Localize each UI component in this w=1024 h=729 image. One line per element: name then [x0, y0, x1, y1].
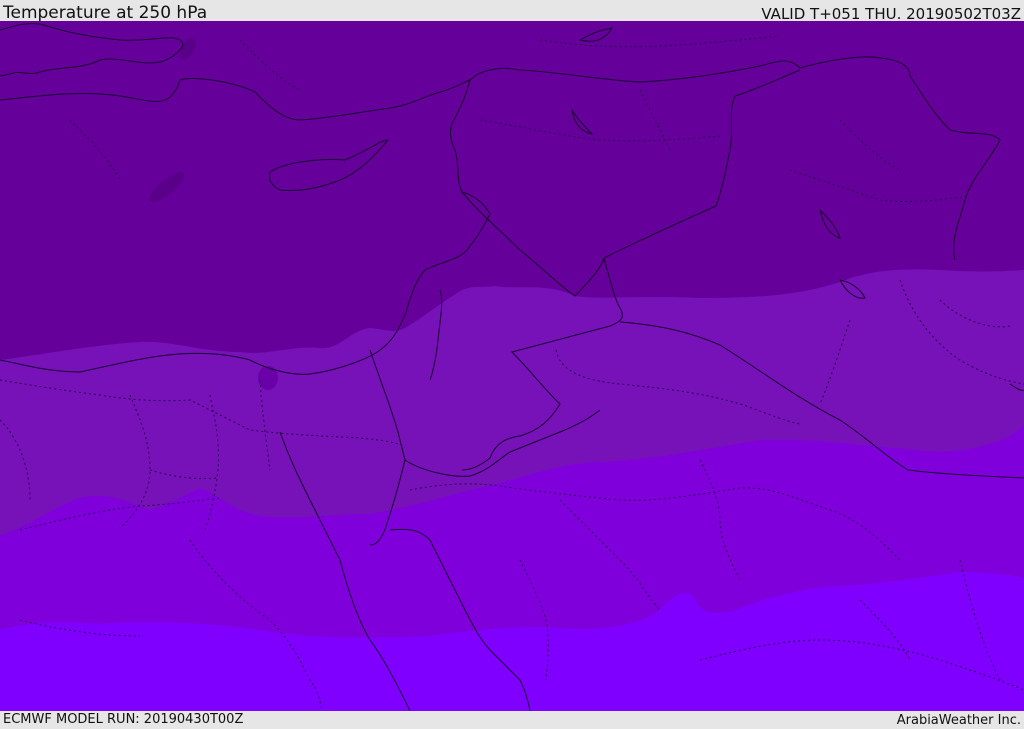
footer-bar: ECMWF MODEL RUN: 20190430T00Z ArabiaWeat… — [0, 711, 1024, 729]
model-run-label: ECMWF MODEL RUN: 20190430T00Z — [3, 712, 244, 727]
header-bar: Temperature at 250 hPa VALID T+051 THU. … — [0, 0, 1024, 23]
temperature-map — [0, 21, 1024, 711]
credit-label: ArabiaWeather Inc. — [896, 713, 1021, 728]
map-title: Temperature at 250 hPa — [3, 3, 208, 23]
map-area — [0, 21, 1024, 711]
